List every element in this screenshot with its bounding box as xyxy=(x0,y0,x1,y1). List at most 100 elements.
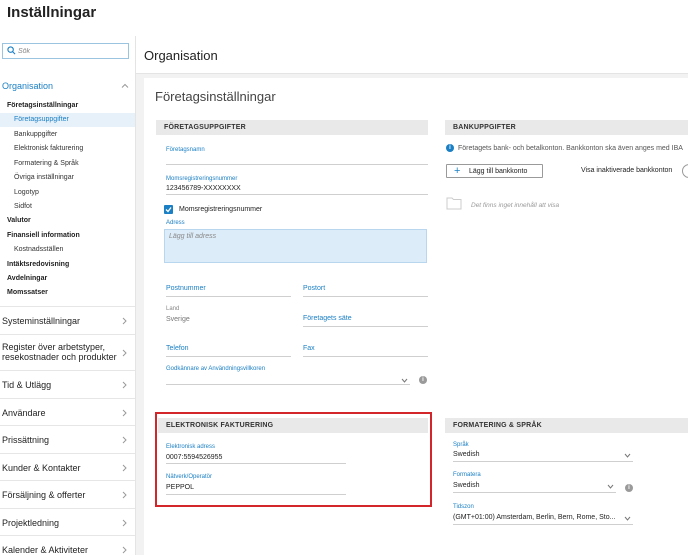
sidebar-item-tid-utlagg[interactable]: Tid & Utlägg xyxy=(0,370,135,398)
sidebar-item-ovriga-installningar[interactable]: Övriga inställningar xyxy=(14,174,74,181)
postnummer-field[interactable]: Postnummer xyxy=(166,285,206,292)
search-input[interactable] xyxy=(18,44,126,58)
sidebar-item-label: Användare xyxy=(2,408,46,418)
bank-section-header: BANKUPPGIFTER xyxy=(445,120,688,135)
sidebar-item-bankuppgifter[interactable]: Bankuppgifter xyxy=(14,131,57,138)
sidebar-item-sidfot[interactable]: Sidfot xyxy=(14,203,32,210)
company-name-label: Företagsnamn xyxy=(166,147,205,153)
sidebar-group-avdelningar[interactable]: Avdelningar xyxy=(7,275,47,282)
land-value: Sverige xyxy=(166,316,190,323)
sidebar-item-kalender-aktiviteter[interactable]: Kalender & Aktiviteter xyxy=(0,535,135,555)
formatting-label: Formatera xyxy=(453,472,481,478)
bank-info-text: Företagets bank- och betalkonton. Bankko… xyxy=(458,145,683,152)
sidebar-item-label: Försäljning & offerter xyxy=(2,490,86,500)
sidebar-item-label: Prissättning xyxy=(2,435,50,445)
info-icon[interactable]: i xyxy=(625,484,633,492)
sidebar-group-foretagsinstallningar[interactable]: Företagsinställningar xyxy=(7,102,78,109)
company-seat-underline xyxy=(303,326,428,327)
sidebar-item-anvandare[interactable]: Användare xyxy=(0,398,135,425)
language-underline xyxy=(453,461,633,462)
settings-panel: Företagsinställningar FÖRETAGSUPPGIFTER … xyxy=(144,78,688,555)
company-section-header: FÖRETAGSUPPGIFTER xyxy=(156,120,428,135)
chevron-down-icon[interactable] xyxy=(624,516,631,521)
sidebar-item-forsaljning[interactable]: Försäljning & offerter xyxy=(0,480,135,508)
sidebar-item-register[interactable]: Register över arbetstyper, resekostnader… xyxy=(0,334,135,370)
timezone-underline xyxy=(453,524,633,525)
sidebar-item-kunder-kontakter[interactable]: Kunder & Kontakter xyxy=(0,453,135,480)
sidebar-group-finansiell-information[interactable]: Finansiell information xyxy=(7,232,80,239)
telefon-field[interactable]: Telefon xyxy=(166,345,189,352)
show-inactive-toggle[interactable] xyxy=(682,164,688,178)
sidebar-item-logotyp[interactable]: Logotyp xyxy=(14,189,39,196)
format-section-header: FORMATERING & SPRÅK xyxy=(445,418,688,433)
sidebar-item-formatering[interactable]: Formatering & Språk xyxy=(14,160,79,167)
sidebar-group-intaktsredovisning[interactable]: Intäktsredovisning xyxy=(7,261,69,268)
language-label: Språk xyxy=(453,442,469,448)
app-title: Inställningar xyxy=(7,4,97,21)
address-input[interactable]: Lägg till adress xyxy=(164,229,427,263)
section-title: BANKUPPGIFTER xyxy=(453,124,516,131)
formatting-select[interactable]: Swedish xyxy=(453,482,479,489)
chevron-right-icon xyxy=(122,464,127,472)
chevron-down-icon[interactable] xyxy=(624,453,631,458)
search-box[interactable] xyxy=(2,43,129,59)
sidebar: Organisation Företagsinställningar Föret… xyxy=(0,36,136,555)
button-label: Lägg till bankkonto xyxy=(469,168,528,175)
sidebar-item-projektledning[interactable]: Projektledning xyxy=(0,508,135,535)
address-label: Adress xyxy=(166,220,185,226)
chevron-right-icon xyxy=(122,381,127,389)
address-placeholder: Lägg till adress xyxy=(169,233,217,240)
sidebar-item-organisation[interactable]: Organisation xyxy=(0,79,135,95)
fax-field[interactable]: Fax xyxy=(303,345,315,352)
chevron-down-icon[interactable] xyxy=(401,378,408,383)
postort-field[interactable]: Postort xyxy=(303,285,325,292)
sidebar-item-label: Tid & Utlägg xyxy=(2,380,52,390)
sidebar-item-systeminstallningar[interactable]: Systeminställningar xyxy=(0,306,135,334)
chevron-right-icon xyxy=(122,546,127,554)
plus-icon: + xyxy=(454,165,461,177)
vat-number-underline xyxy=(166,194,428,195)
bank-empty-message: Det finns inget innehåll att visa xyxy=(471,202,560,209)
postort-underline xyxy=(303,296,428,297)
info-icon: i xyxy=(446,144,454,152)
sidebar-item-label: Kalender & Aktiviteter xyxy=(2,545,89,555)
company-seat-field[interactable]: Företagets säte xyxy=(303,315,352,322)
language-select[interactable]: Swedish xyxy=(453,451,479,458)
formatting-underline xyxy=(453,492,616,493)
info-icon[interactable]: i xyxy=(419,376,427,384)
sidebar-item-label: resekostnader och produkter xyxy=(2,352,117,362)
sidebar-item-elektronisk-fakturering[interactable]: Elektronisk fakturering xyxy=(14,145,83,152)
sidebar-item-prissattning[interactable]: Prissättning xyxy=(0,425,135,453)
fax-underline xyxy=(303,356,428,357)
terms-approver-label: Godkännare av Användningsvillkoren xyxy=(166,366,266,372)
highlight-box xyxy=(155,412,432,507)
sidebar-item-foretagsuppgifter[interactable]: Företagsuppgifter xyxy=(0,113,135,127)
sidebar-item-label: Systeminställningar xyxy=(2,316,81,326)
vat-checkbox[interactable] xyxy=(164,205,173,214)
chevron-right-icon xyxy=(122,491,127,499)
chevron-right-icon xyxy=(122,436,127,444)
page-header: Organisation xyxy=(136,36,688,74)
sidebar-group-momssatser[interactable]: Momssatser xyxy=(7,289,48,296)
vat-checkbox-label: Momsregistreringsnummer xyxy=(179,206,263,213)
chevron-right-icon xyxy=(122,409,127,417)
vat-number-input[interactable]: 123456789-XXXXXXXX xyxy=(166,185,241,192)
vat-number-label: Momsregistreringsnummer xyxy=(166,176,238,182)
land-label: Land xyxy=(166,306,180,312)
main-area: Organisation Företagsinställningar FÖRET… xyxy=(136,36,688,555)
add-bank-account-button[interactable]: + Lägg till bankkonto xyxy=(446,164,543,178)
timezone-label: Tidszon xyxy=(453,504,474,510)
chevron-right-icon xyxy=(122,317,127,325)
sidebar-item-label: Företagsuppgifter xyxy=(14,116,69,123)
app-window: Inställningar Organisation Företagsinstä… xyxy=(0,0,688,555)
sidebar-item-label: Kunder & Kontakter xyxy=(2,463,81,473)
sidebar-item-label: Projektledning xyxy=(2,518,60,528)
chevron-down-icon[interactable] xyxy=(607,484,614,489)
sidebar-item-kostnadsstallen[interactable]: Kostnadsställen xyxy=(14,246,63,253)
timezone-select[interactable]: (GMT+01:00) Amsterdam, Berlin, Bern, Rom… xyxy=(453,514,615,521)
search-icon xyxy=(7,46,16,55)
empty-folder-icon xyxy=(446,197,462,210)
section-title: FÖRETAGSUPPGIFTER xyxy=(164,124,246,131)
sidebar-group-valutor[interactable]: Valutor xyxy=(7,217,31,224)
company-name-underline xyxy=(166,164,428,165)
